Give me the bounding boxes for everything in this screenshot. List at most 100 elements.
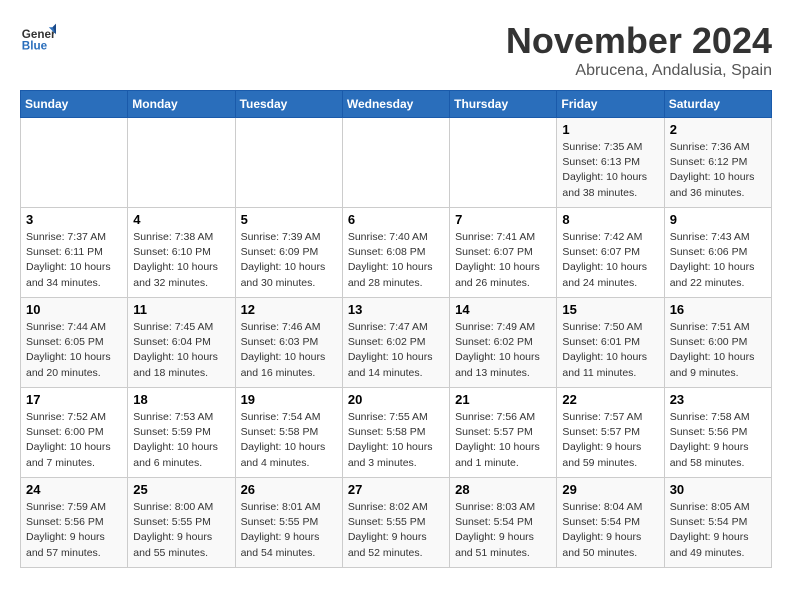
day-number: 23	[670, 392, 766, 407]
calendar-week: 24 Sunrise: 7:59 AMSunset: 5:56 PMDayligh…	[21, 478, 772, 568]
calendar-cell: 25 Sunrise: 8:00 AMSunset: 5:55 PMDayligh…	[128, 478, 235, 568]
day-info: Sunrise: 7:50 AMSunset: 6:01 PMDaylight:…	[562, 320, 658, 381]
day-info: Sunrise: 7:46 AMSunset: 6:03 PMDaylight:…	[241, 320, 337, 381]
day-number: 2	[670, 122, 766, 137]
calendar-cell: 12Sunrise: 7:46 AMSunset: 6:03 PMDayligh…	[235, 298, 342, 388]
day-info: Sunrise: 7:36 AMSunset: 6:12 PMDaylight:…	[670, 140, 766, 201]
calendar-table: SundayMondayTuesdayWednesdayThursdayFrid…	[20, 90, 772, 568]
calendar-week: 17 Sunrise: 7:52 AMSunset: 6:00 PMDayligh…	[21, 388, 772, 478]
day-info: Sunrise: 8:01 AMSunset: 5:55 PMDaylight:…	[241, 500, 337, 561]
day-number: 7	[455, 212, 551, 227]
page-header: General Blue November 2024 Abrucena, And…	[20, 20, 772, 80]
day-info: Sunrise: 7:56 AMSunset: 5:57 PMDaylight:…	[455, 410, 551, 471]
day-number: 18	[133, 392, 229, 407]
day-number: 5	[241, 212, 337, 227]
calendar-cell: 13 Sunrise: 7:47 AMSunset: 6:02 PMDayligh…	[342, 298, 449, 388]
calendar-cell: 23 Sunrise: 7:58 AMSunset: 5:56 PMDayligh…	[664, 388, 771, 478]
day-number: 17	[26, 392, 122, 407]
svg-text:Blue: Blue	[22, 40, 48, 53]
calendar-cell: 24 Sunrise: 7:59 AMSunset: 5:56 PMDayligh…	[21, 478, 128, 568]
day-info: Sunrise: 7:38 AMSunset: 6:10 PMDaylight:…	[133, 230, 229, 291]
day-number: 11	[133, 302, 229, 317]
calendar-cell: 28 Sunrise: 8:03 AMSunset: 5:54 PMDayligh…	[450, 478, 557, 568]
calendar-cell: 2 Sunrise: 7:36 AMSunset: 6:12 PMDaylight…	[664, 118, 771, 208]
calendar-cell	[235, 118, 342, 208]
calendar-cell: 19 Sunrise: 7:54 AMSunset: 5:58 PMDayligh…	[235, 388, 342, 478]
calendar-cell: 15 Sunrise: 7:50 AMSunset: 6:01 PMDayligh…	[557, 298, 664, 388]
calendar-cell	[128, 118, 235, 208]
day-number: 28	[455, 482, 551, 497]
header-day: Saturday	[664, 91, 771, 118]
header-day: Thursday	[450, 91, 557, 118]
day-info: Sunrise: 7:47 AMSunset: 6:02 PMDaylight:…	[348, 320, 444, 381]
day-info: Sunrise: 7:42 AMSunset: 6:07 PMDaylight:…	[562, 230, 658, 291]
day-info: Sunrise: 7:43 AMSunset: 6:06 PMDaylight:…	[670, 230, 766, 291]
calendar-week: 10Sunrise: 7:44 AMSunset: 6:05 PMDayligh…	[21, 298, 772, 388]
day-info: Sunrise: 8:00 AMSunset: 5:55 PMDaylight:…	[133, 500, 229, 561]
logo: General Blue	[20, 20, 56, 56]
calendar-cell: 3 Sunrise: 7:37 AMSunset: 6:11 PMDaylight…	[21, 208, 128, 298]
month-title: November 2024	[506, 20, 772, 62]
day-number: 24	[26, 482, 122, 497]
day-info: Sunrise: 7:53 AMSunset: 5:59 PMDaylight:…	[133, 410, 229, 471]
day-number: 15	[562, 302, 658, 317]
day-info: Sunrise: 7:54 AMSunset: 5:58 PMDaylight:…	[241, 410, 337, 471]
calendar-cell: 29Sunrise: 8:04 AMSunset: 5:54 PMDayligh…	[557, 478, 664, 568]
day-info: Sunrise: 7:58 AMSunset: 5:56 PMDaylight:…	[670, 410, 766, 471]
day-number: 20	[348, 392, 444, 407]
day-info: Sunrise: 8:04 AMSunset: 5:54 PMDaylight:…	[562, 500, 658, 561]
day-info: Sunrise: 7:59 AMSunset: 5:56 PMDaylight:…	[26, 500, 122, 561]
calendar-week: 3 Sunrise: 7:37 AMSunset: 6:11 PMDaylight…	[21, 208, 772, 298]
day-number: 4	[133, 212, 229, 227]
calendar-cell	[342, 118, 449, 208]
calendar-cell: 6Sunrise: 7:40 AMSunset: 6:08 PMDaylight…	[342, 208, 449, 298]
day-number: 25	[133, 482, 229, 497]
header-day: Monday	[128, 91, 235, 118]
day-number: 26	[241, 482, 337, 497]
day-number: 22	[562, 392, 658, 407]
day-number: 10	[26, 302, 122, 317]
day-info: Sunrise: 7:40 AMSunset: 6:08 PMDaylight:…	[348, 230, 444, 291]
day-info: Sunrise: 7:51 AMSunset: 6:00 PMDaylight:…	[670, 320, 766, 381]
calendar-cell: 8Sunrise: 7:42 AMSunset: 6:07 PMDaylight…	[557, 208, 664, 298]
header-day: Friday	[557, 91, 664, 118]
location: Abrucena, Andalusia, Spain	[506, 62, 772, 80]
calendar-cell: 4 Sunrise: 7:38 AMSunset: 6:10 PMDaylight…	[128, 208, 235, 298]
logo-icon: General Blue	[20, 20, 56, 56]
calendar-cell: 21 Sunrise: 7:56 AMSunset: 5:57 PMDayligh…	[450, 388, 557, 478]
calendar-cell: 27 Sunrise: 8:02 AMSunset: 5:55 PMDayligh…	[342, 478, 449, 568]
day-info: Sunrise: 7:37 AMSunset: 6:11 PMDaylight:…	[26, 230, 122, 291]
day-number: 3	[26, 212, 122, 227]
calendar-week: 1 Sunrise: 7:35 AMSunset: 6:13 PMDaylight…	[21, 118, 772, 208]
calendar-cell	[21, 118, 128, 208]
day-number: 13	[348, 302, 444, 317]
day-info: Sunrise: 7:35 AMSunset: 6:13 PMDaylight:…	[562, 140, 658, 201]
calendar-cell: 10Sunrise: 7:44 AMSunset: 6:05 PMDayligh…	[21, 298, 128, 388]
day-info: Sunrise: 8:03 AMSunset: 5:54 PMDaylight:…	[455, 500, 551, 561]
header-day: Tuesday	[235, 91, 342, 118]
calendar-cell: 16 Sunrise: 7:51 AMSunset: 6:00 PMDayligh…	[664, 298, 771, 388]
day-number: 14	[455, 302, 551, 317]
day-info: Sunrise: 7:39 AMSunset: 6:09 PMDaylight:…	[241, 230, 337, 291]
day-number: 30	[670, 482, 766, 497]
calendar-cell: 20Sunrise: 7:55 AMSunset: 5:58 PMDayligh…	[342, 388, 449, 478]
day-number: 9	[670, 212, 766, 227]
calendar-cell: 22Sunrise: 7:57 AMSunset: 5:57 PMDayligh…	[557, 388, 664, 478]
day-number: 1	[562, 122, 658, 137]
header-day: Sunday	[21, 91, 128, 118]
day-number: 27	[348, 482, 444, 497]
calendar-cell: 30Sunrise: 8:05 AMSunset: 5:54 PMDayligh…	[664, 478, 771, 568]
day-info: Sunrise: 7:52 AMSunset: 6:00 PMDaylight:…	[26, 410, 122, 471]
day-number: 19	[241, 392, 337, 407]
day-number: 16	[670, 302, 766, 317]
day-number: 21	[455, 392, 551, 407]
calendar-cell: 14Sunrise: 7:49 AMSunset: 6:02 PMDayligh…	[450, 298, 557, 388]
calendar-cell: 7 Sunrise: 7:41 AMSunset: 6:07 PMDaylight…	[450, 208, 557, 298]
calendar-cell: 26 Sunrise: 8:01 AMSunset: 5:55 PMDayligh…	[235, 478, 342, 568]
calendar-cell: 9 Sunrise: 7:43 AMSunset: 6:06 PMDaylight…	[664, 208, 771, 298]
day-info: Sunrise: 8:02 AMSunset: 5:55 PMDaylight:…	[348, 500, 444, 561]
day-info: Sunrise: 7:41 AMSunset: 6:07 PMDaylight:…	[455, 230, 551, 291]
calendar-cell: 1 Sunrise: 7:35 AMSunset: 6:13 PMDaylight…	[557, 118, 664, 208]
calendar-cell: 5 Sunrise: 7:39 AMSunset: 6:09 PMDaylight…	[235, 208, 342, 298]
header-row: SundayMondayTuesdayWednesdayThursdayFrid…	[21, 91, 772, 118]
